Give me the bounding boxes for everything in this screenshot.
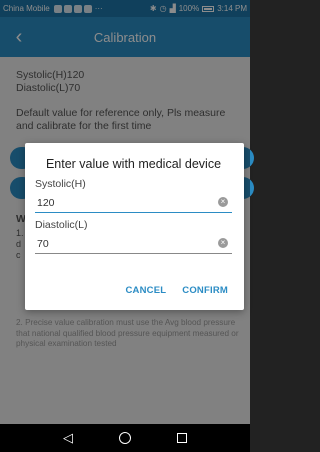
warning-tail: 2. Precise value calibration must use th… bbox=[16, 318, 239, 348]
nav-back-icon[interactable]: ◁ bbox=[63, 424, 73, 452]
nav-home-icon[interactable] bbox=[119, 432, 131, 444]
clear-systolic-icon[interactable]: × bbox=[218, 197, 228, 207]
system-nav-bar: ◁ bbox=[0, 424, 250, 452]
systolic-input[interactable] bbox=[35, 193, 232, 213]
confirm-button[interactable]: CONFIRM bbox=[182, 285, 228, 296]
systolic-field-wrapper: × bbox=[35, 193, 232, 213]
clear-diastolic-icon[interactable]: × bbox=[218, 238, 228, 248]
diastolic-field-wrapper: × bbox=[35, 234, 232, 254]
diastolic-input[interactable] bbox=[35, 234, 232, 254]
cancel-button[interactable]: CANCEL bbox=[125, 285, 166, 296]
diastolic-label: Diastolic(L) bbox=[35, 219, 88, 231]
nav-recents-icon[interactable] bbox=[177, 433, 187, 443]
calibration-dialog: Enter value with medical device Systolic… bbox=[25, 143, 244, 310]
dialog-actions: CANCEL CONFIRM bbox=[125, 285, 228, 296]
systolic-label: Systolic(H) bbox=[35, 178, 86, 190]
dialog-title: Enter value with medical device bbox=[45, 157, 222, 171]
